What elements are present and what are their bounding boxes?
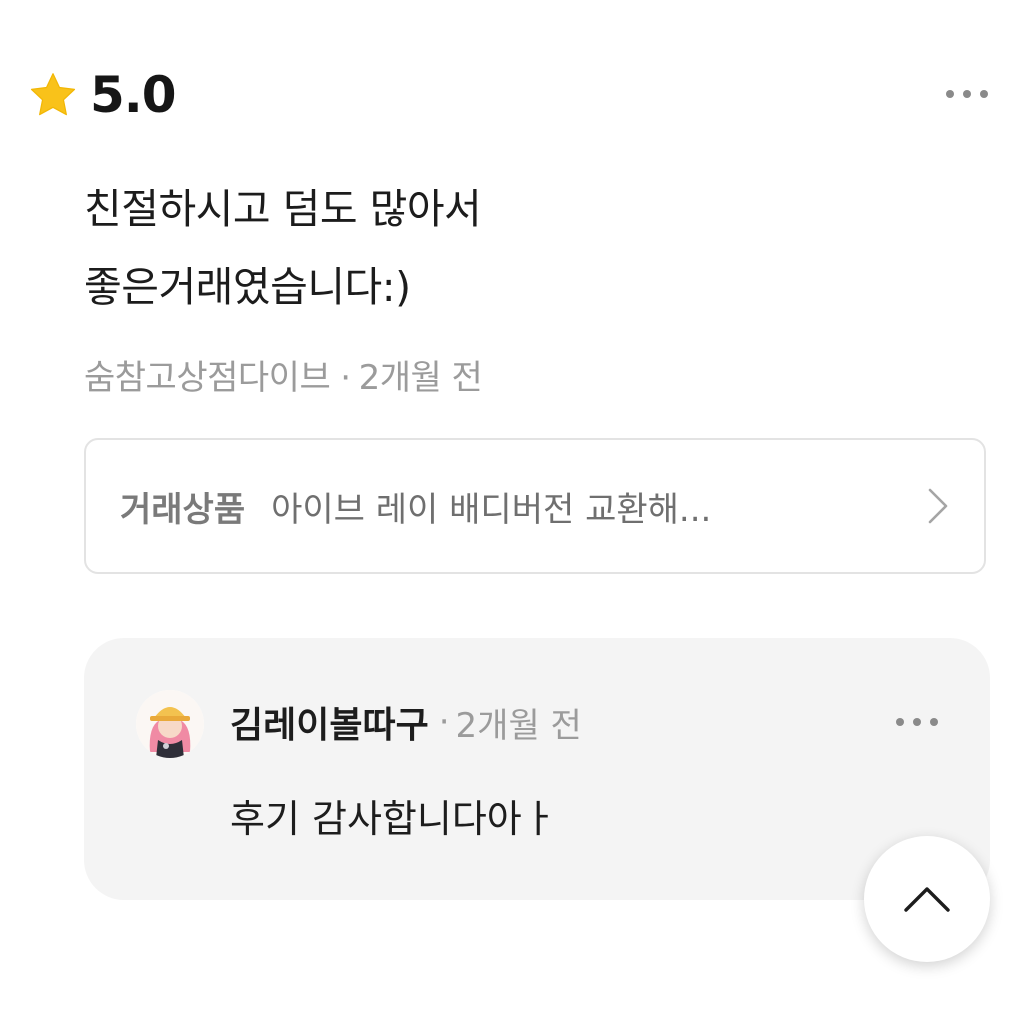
reply-header: 김레이볼따구 · 2개월 전 [230,696,582,748]
review-meta: 숨참고상점다이브 · 2개월 전 [84,350,483,399]
avatar[interactable] [136,690,204,758]
rating-value: 5.0 [90,66,177,124]
reply-text: 후기 감사합니다아ㅏ [230,797,557,841]
reply-author[interactable]: 김레이볼따구 [230,696,429,748]
reviewer-name[interactable]: 숨참고상점다이브 [84,358,331,398]
reply-separator: · [438,702,450,742]
meta-separator: · [340,358,351,398]
rating-row: 5.0 [28,66,177,124]
traded-product-card[interactable]: 거래상품 아이브 레이 배디버전 교환해... [84,438,986,574]
avatar-image [136,690,204,758]
chevron-right-icon [928,488,948,524]
chevron-up-icon [904,887,950,912]
reply-time: 2개월 전 [455,705,582,746]
scroll-to-top-button[interactable] [864,836,990,962]
more-options-icon[interactable] [896,718,938,726]
review-detail-page: 5.0 친절하시고 덤도 많아서 좋은거래였습니다:) 숨참고상점다이브 · 2개월… [0,0,1020,1020]
traded-product-name: 아이브 레이 배디버전 교환해... [271,489,712,530]
seller-reply: 김레이볼따구 · 2개월 전 후기 감사합니다아ㅏ [84,638,990,900]
review-text: 친절하시고 덤도 많아서 좋은거래였습니다:) [84,170,482,326]
review-time: 2개월 전 [358,358,483,398]
star-icon [30,73,76,116]
review-text-line: 좋은거래였습니다:) [84,263,411,311]
more-options-icon[interactable] [946,90,988,98]
review-text-line: 친절하시고 덤도 많아서 [84,185,482,233]
traded-product-label: 거래상품 [120,489,246,530]
